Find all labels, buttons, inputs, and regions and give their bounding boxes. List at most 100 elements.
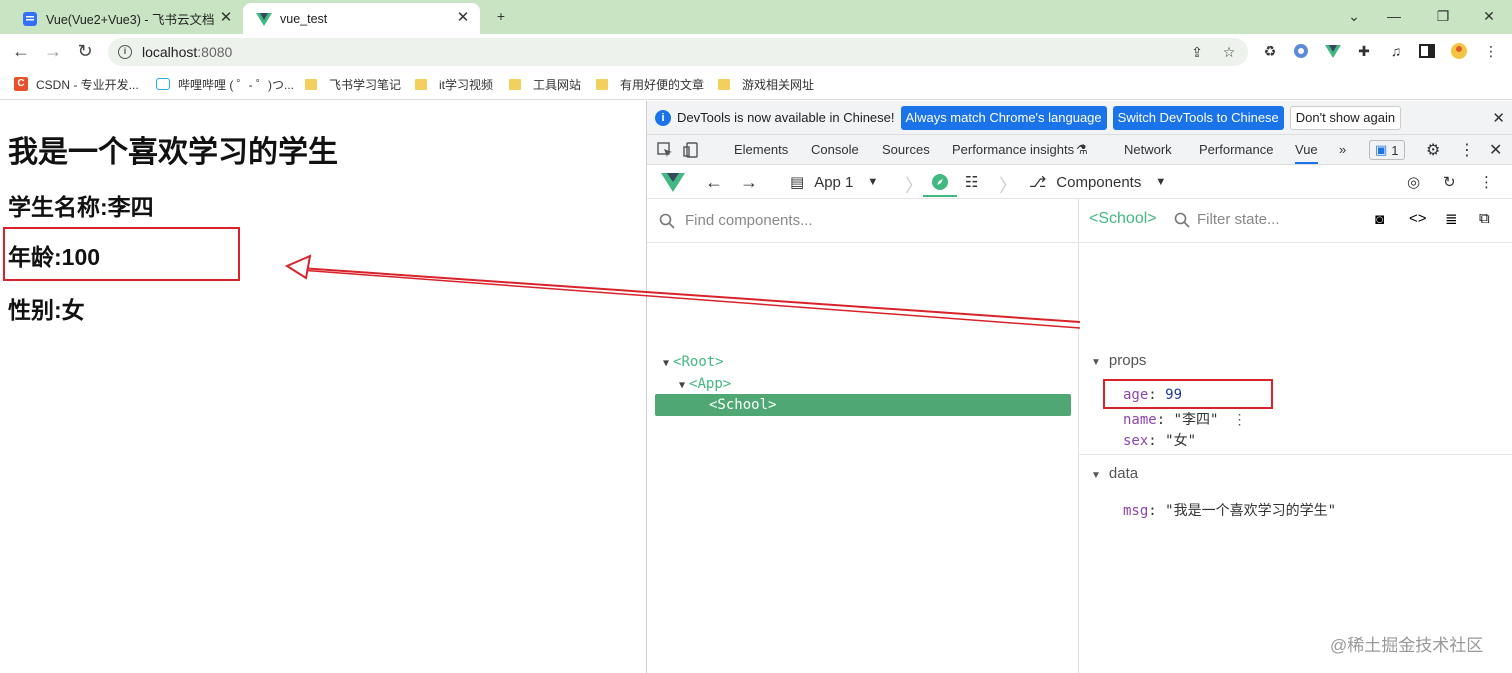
tree-node-label: <School> xyxy=(709,397,777,413)
more-tabs-button[interactable]: » xyxy=(1339,142,1346,157)
tab-performance[interactable]: Performance xyxy=(1199,142,1273,157)
prop-key: name xyxy=(1123,412,1157,428)
student-name: 学生名称:李四 xyxy=(8,194,154,220)
expand-triangle-icon[interactable]: ▼ xyxy=(679,380,685,391)
close-window-icon[interactable]: ✕ xyxy=(1478,5,1500,27)
data-section-header[interactable]: ▼ data xyxy=(1091,465,1138,482)
tree-node-app[interactable]: ▼ <App> xyxy=(679,376,731,392)
tab-console[interactable]: Console xyxy=(811,142,859,157)
scroll-to-component-icon[interactable]: ◙ xyxy=(1375,211,1384,228)
folder-icon xyxy=(596,78,608,90)
filter-state-input[interactable]: Filter state... xyxy=(1197,211,1280,228)
data-value: "我是一个喜欢学习的学生" xyxy=(1165,503,1337,519)
info-icon: i xyxy=(655,109,671,126)
tab-vue[interactable]: Vue xyxy=(1295,142,1318,164)
puzzle-icon[interactable]: ✚ xyxy=(1355,42,1373,60)
inspect-element-icon[interactable] xyxy=(657,142,673,158)
tab-sources[interactable]: Sources xyxy=(882,142,930,157)
tree-node-school[interactable]: <School> xyxy=(709,397,776,413)
expand-triangle-icon[interactable]: ▼ xyxy=(1091,357,1101,368)
tree-node-root[interactable]: ▼ <Root> xyxy=(663,354,724,370)
back-arrow-icon[interactable]: ← xyxy=(705,171,723,193)
device-toolbar-icon[interactable] xyxy=(683,142,699,158)
open-in-editor-icon[interactable]: ⧉ xyxy=(1479,210,1490,227)
code-icon[interactable]: <> xyxy=(1409,210,1427,227)
console-icon[interactable]: ≣ xyxy=(1445,210,1458,228)
inspector-header: <School> Filter state... ◙ <> ≣ ⧉ xyxy=(1079,199,1512,243)
star-icon[interactable]: ☆ xyxy=(1220,43,1238,61)
search-icon xyxy=(659,213,675,229)
component-tree-icon: ⎇ xyxy=(1029,174,1047,191)
media-queue-icon[interactable]: ♫ xyxy=(1387,42,1405,60)
close-icon[interactable]: ✕ xyxy=(456,10,470,25)
expand-triangle-icon[interactable]: ▼ xyxy=(663,358,669,369)
tab-elements[interactable]: Elements xyxy=(734,142,788,157)
message-icon: ▣ xyxy=(1375,142,1388,157)
recycle-extension-icon[interactable]: ♻ xyxy=(1261,42,1279,60)
share-icon[interactable]: ⇪ xyxy=(1188,43,1206,61)
kebab-menu-icon[interactable]: ⋮ xyxy=(1482,42,1500,60)
close-icon[interactable]: ✕ xyxy=(1492,109,1505,127)
minimize-icon[interactable]: — xyxy=(1383,5,1405,27)
browser-toolbar: ← → ↻ i localhost:8080 ⇪ ☆ ♻ ✚ ♫ ⋮ xyxy=(0,34,1512,68)
tab-network[interactable]: Network xyxy=(1124,142,1172,157)
new-tab-button[interactable]: + xyxy=(490,5,512,27)
forward-arrow-icon[interactable]: → xyxy=(740,171,758,193)
kebab-menu-icon[interactable]: ⋮ xyxy=(1232,412,1246,428)
csdn-icon: C xyxy=(14,77,28,91)
bookmark-folder-articles[interactable]: 有用好便的文章 xyxy=(596,76,704,92)
browser-tab-feishu[interactable]: Vue(Vue2+Vue3) - 飞书云文档 ✕ xyxy=(10,3,243,34)
bookmark-folder-tools[interactable]: 工具网站 xyxy=(509,76,581,92)
props-section-header[interactable]: ▼ props xyxy=(1091,352,1146,369)
dont-show-again-button[interactable]: Don't show again xyxy=(1289,105,1402,130)
expand-triangle-icon[interactable]: ▼ xyxy=(1091,470,1101,481)
match-language-button[interactable]: Always match Chrome's language xyxy=(900,105,1107,130)
side-panel-icon[interactable] xyxy=(1418,42,1436,60)
address-bar[interactable]: i localhost:8080 ⇪ ☆ xyxy=(108,38,1248,66)
restore-icon[interactable]: ❐ xyxy=(1432,5,1454,27)
kebab-menu-icon[interactable]: ⋮ xyxy=(1479,171,1494,193)
data-msg[interactable]: msg: "我是一个喜欢学习的学生" xyxy=(1123,500,1336,520)
caret-down-icon: ▼ xyxy=(1155,176,1167,188)
components-selector[interactable]: ⎇ Components ▼ xyxy=(1029,171,1166,193)
prop-value: "女" xyxy=(1165,433,1197,449)
reload-icon[interactable]: ↻ xyxy=(74,40,96,62)
bilibili-icon xyxy=(156,78,170,90)
vue-devtools-toolbar: ← → ▤ App 1 ▼ 〉 ☷ 〉 ⎇ Components ▼ ◎ ↻ ⋮ xyxy=(647,165,1512,199)
target-icon[interactable]: ◎ xyxy=(1407,171,1420,193)
compass-icon[interactable] xyxy=(923,169,957,197)
issues-badge[interactable]: ▣ 1 xyxy=(1369,140,1405,160)
prop-sex[interactable]: sex: "女" xyxy=(1123,430,1196,450)
refresh-icon[interactable]: ↻ xyxy=(1443,171,1456,193)
devtools-tabs: Elements Console Sources Performance ins… xyxy=(647,135,1512,165)
tab-title: Vue(Vue2+Vue3) - 飞书云文档 xyxy=(46,13,215,27)
tab-performance-insights[interactable]: Performance insights xyxy=(952,142,1074,157)
close-devtools-icon[interactable]: ✕ xyxy=(1489,140,1502,160)
vue-devtools-extension-icon[interactable] xyxy=(1324,42,1342,60)
profile-avatar-icon[interactable] xyxy=(1450,42,1468,60)
chevron-down-icon[interactable]: ⌄ xyxy=(1343,5,1365,27)
forward-arrow-icon[interactable]: → xyxy=(42,40,64,62)
vue-logo-icon xyxy=(256,11,272,27)
doc-icon xyxy=(22,11,38,27)
bookmark-folder-it[interactable]: it学习视频 xyxy=(415,76,493,92)
timeline-icon[interactable]: ☷ xyxy=(965,171,978,193)
bookmark-csdn[interactable]: C CSDN - 专业开发... xyxy=(14,76,139,92)
url-port: :8080 xyxy=(197,44,233,60)
bookmark-label: 游戏相关网址 xyxy=(742,77,815,92)
switch-chinese-button[interactable]: Switch DevTools to Chinese xyxy=(1112,105,1284,130)
bookmark-folder-feishu[interactable]: 飞书学习笔记 xyxy=(305,76,401,92)
browser-tab-vue-test[interactable]: vue_test ✕ xyxy=(243,3,480,34)
close-icon[interactable]: ✕ xyxy=(219,10,233,25)
bookmark-label: 哔哩哔哩 ( ゜- ゜)つ... xyxy=(178,77,294,92)
extension-circle-icon[interactable] xyxy=(1292,42,1310,60)
info-icon[interactable]: i xyxy=(118,45,132,59)
bookmark-bilibili[interactable]: 哔哩哔哩 ( ゜- ゜)つ... xyxy=(156,76,294,92)
bookmark-folder-games[interactable]: 游戏相关网址 xyxy=(718,76,814,92)
gear-icon[interactable]: ⚙ xyxy=(1426,140,1440,160)
find-components-input[interactable]: Find components... xyxy=(647,199,1079,243)
app-selector[interactable]: ▤ App 1 ▼ xyxy=(790,171,878,193)
kebab-menu-icon[interactable]: ⋮ xyxy=(1459,140,1475,160)
back-arrow-icon[interactable]: ← xyxy=(10,40,32,62)
prop-name[interactable]: name: "李四" ⋮ xyxy=(1123,409,1246,429)
